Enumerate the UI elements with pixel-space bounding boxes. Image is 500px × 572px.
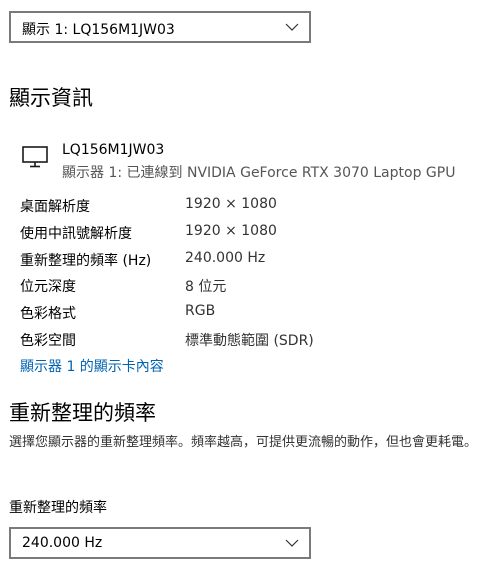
chevron-down-icon xyxy=(285,23,299,31)
info-row-color-format: 色彩格式 RGB xyxy=(20,303,480,325)
info-row-refresh-rate: 重新整理的頻率 (Hz) 240.000 Hz xyxy=(20,250,480,272)
info-row-bit-depth: 位元深度 8 位元 xyxy=(20,276,480,298)
info-label: 色彩空間 xyxy=(20,333,76,349)
refresh-rate-value: 240.000 Hz xyxy=(22,535,103,551)
info-label: 位元深度 xyxy=(20,279,76,295)
info-label: 桌面解析度 xyxy=(20,199,90,215)
monitor-name: LQ156M1JW03 xyxy=(62,142,165,158)
display-info-heading: 顯示資訊 xyxy=(9,86,93,110)
info-value: 1920 × 1080 xyxy=(185,223,277,239)
display-select-value: 顯示 1: LQ156M1JW03 xyxy=(22,22,175,38)
info-value: 8 位元 xyxy=(185,279,227,295)
refresh-rate-heading: 重新整理的頻率 xyxy=(9,401,156,425)
info-label: 色彩格式 xyxy=(20,306,76,322)
info-value: RGB xyxy=(185,303,216,319)
display-adapter-properties-link[interactable]: 顯示器 1 的顯示卡內容 xyxy=(20,356,164,376)
info-label: 重新整理的頻率 (Hz) xyxy=(20,253,152,269)
info-row-color-space: 色彩空間 標準動態範圍 (SDR) xyxy=(20,330,480,352)
monitor-connection-description: 顯示器 1: 已連線到 NVIDIA GeForce RTX 3070 Lapt… xyxy=(62,165,456,181)
refresh-rate-description: 選擇您顯示器的重新整理頻率。頻率越高，可提供更流暢的動作，但也會更耗電。 xyxy=(9,435,478,450)
info-value: 240.000 Hz xyxy=(185,250,266,266)
info-row-active-signal-resolution: 使用中訊號解析度 1920 × 1080 xyxy=(20,223,480,245)
info-value: 1920 × 1080 xyxy=(185,196,277,212)
monitor-icon xyxy=(22,146,48,168)
info-value: 標準動態範圍 (SDR) xyxy=(185,333,314,349)
refresh-rate-field-label: 重新整理的頻率 xyxy=(9,500,107,516)
info-label: 使用中訊號解析度 xyxy=(20,226,132,242)
refresh-rate-dropdown[interactable]: 240.000 Hz xyxy=(9,527,311,559)
chevron-down-icon xyxy=(285,539,299,547)
display-select-dropdown[interactable]: 顯示 1: LQ156M1JW03 xyxy=(9,11,311,43)
info-row-desktop-resolution: 桌面解析度 1920 × 1080 xyxy=(20,196,480,218)
